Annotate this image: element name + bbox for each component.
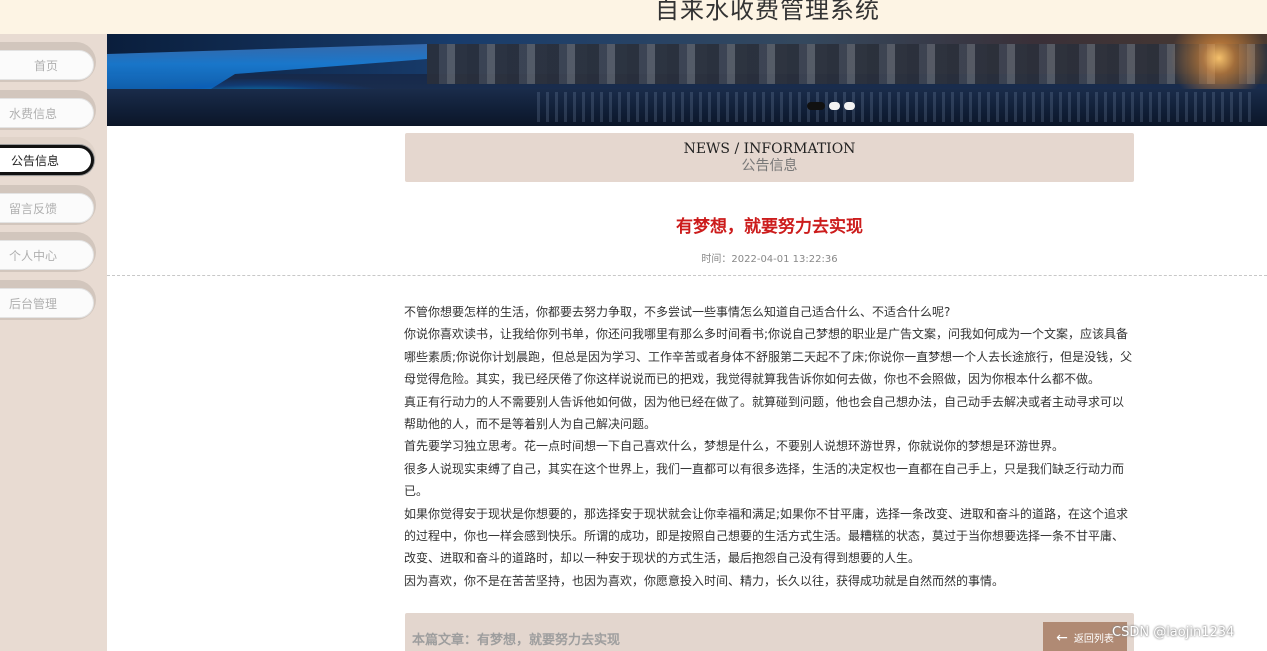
sidebar-item-label: 公告信息: [0, 145, 94, 175]
article-paragraph: 因为喜欢，你不是在苦苦坚持，也因为喜欢，你愿意投入时间、精力，长久以往，获得成功…: [404, 573, 1005, 588]
sidebar-item-label: 首页: [0, 50, 94, 80]
article-body: 不管你想要怎样的生活，你都要去努力争取，不多尝试一些事情怎么知道自己适合什么、不…: [404, 301, 1134, 592]
article-paragraph: 真正有行动力的人不需要别人告诉他如何做，因为他已经在做了。就算碰到问题，他也会自…: [404, 394, 1125, 432]
carousel-indicators: [807, 102, 855, 110]
article-time: 时间：2022-04-01 13:22:36: [701, 254, 838, 265]
article-paragraph: 如果你觉得安于现状是你想要的，那选择安于现状就会让你幸福和满足;如果你不甘平庸，…: [404, 506, 1129, 566]
header: 自来水收费管理系统: [0, 0, 1267, 34]
sidebar-item-label: 个人中心: [0, 240, 94, 270]
sidebar-item-personal-center[interactable]: 个人中心: [0, 232, 96, 272]
sidebar-item-feedback[interactable]: 留言反馈: [0, 185, 96, 225]
carousel-dot-2[interactable]: [829, 102, 840, 110]
sidebar-item-home[interactable]: 首页: [0, 42, 96, 82]
arrow-left-icon: ←: [1056, 629, 1068, 646]
section-heading-cn: 公告信息: [741, 158, 798, 174]
banner-city-lights: [1147, 34, 1267, 94]
sidebar-item-label: 后台管理: [0, 288, 94, 318]
banner-city-skyline: [427, 44, 1267, 84]
banner-carousel: [107, 34, 1267, 126]
sidebar-item-water-fees[interactable]: 水费信息: [0, 90, 96, 130]
sidebar: 首页 水费信息 公告信息 留言反馈 个人中心 后台管理: [0, 34, 107, 651]
section-heading: NEWS / INFORMATION 公告信息: [405, 133, 1134, 182]
sidebar-item-label: 留言反馈: [0, 193, 94, 223]
carousel-dot-1[interactable]: [807, 102, 825, 110]
article-paragraph: 不管你想要怎样的生活，你都要去努力争取，不多尝试一些事情怎么知道自己适合什么、不…: [404, 305, 951, 319]
article-title: 有梦想，就要努力去实现: [676, 217, 863, 237]
article-paragraph: 首先要学习独立思考。花一点时间想一下自己喜欢什么，梦想是什么，不要别人说想环游世…: [404, 439, 1065, 454]
banner-water-reflection: [537, 92, 1257, 122]
current-article-label: 本篇文章：有梦想，就要努力去实现: [412, 633, 621, 648]
article-paragraph: 很多人说现实束缚了自己，其实在这个世界上，我们一直都可以有很多选择，生活的决定权…: [404, 461, 1125, 499]
article-paragraph: 你说你喜欢读书，让我给你列书单，你还问我哪里有那么多时间看书;你说自己梦想的职业…: [404, 327, 1133, 387]
sidebar-item-announcements[interactable]: 公告信息: [0, 137, 96, 177]
sidebar-item-admin[interactable]: 后台管理: [0, 280, 96, 320]
article-footer: 本篇文章：有梦想，就要努力去实现 ← 返回列表: [405, 613, 1134, 651]
section-heading-en: NEWS / INFORMATION: [683, 141, 856, 157]
divider: [107, 275, 1267, 276]
watermark: CSDN @laojin1234: [1112, 625, 1235, 640]
carousel-dot-3[interactable]: [844, 102, 855, 110]
sidebar-item-label: 水费信息: [0, 98, 94, 128]
back-to-list-label: 返回列表: [1073, 634, 1114, 645]
site-title: 自来水收费管理系统: [655, 0, 880, 24]
